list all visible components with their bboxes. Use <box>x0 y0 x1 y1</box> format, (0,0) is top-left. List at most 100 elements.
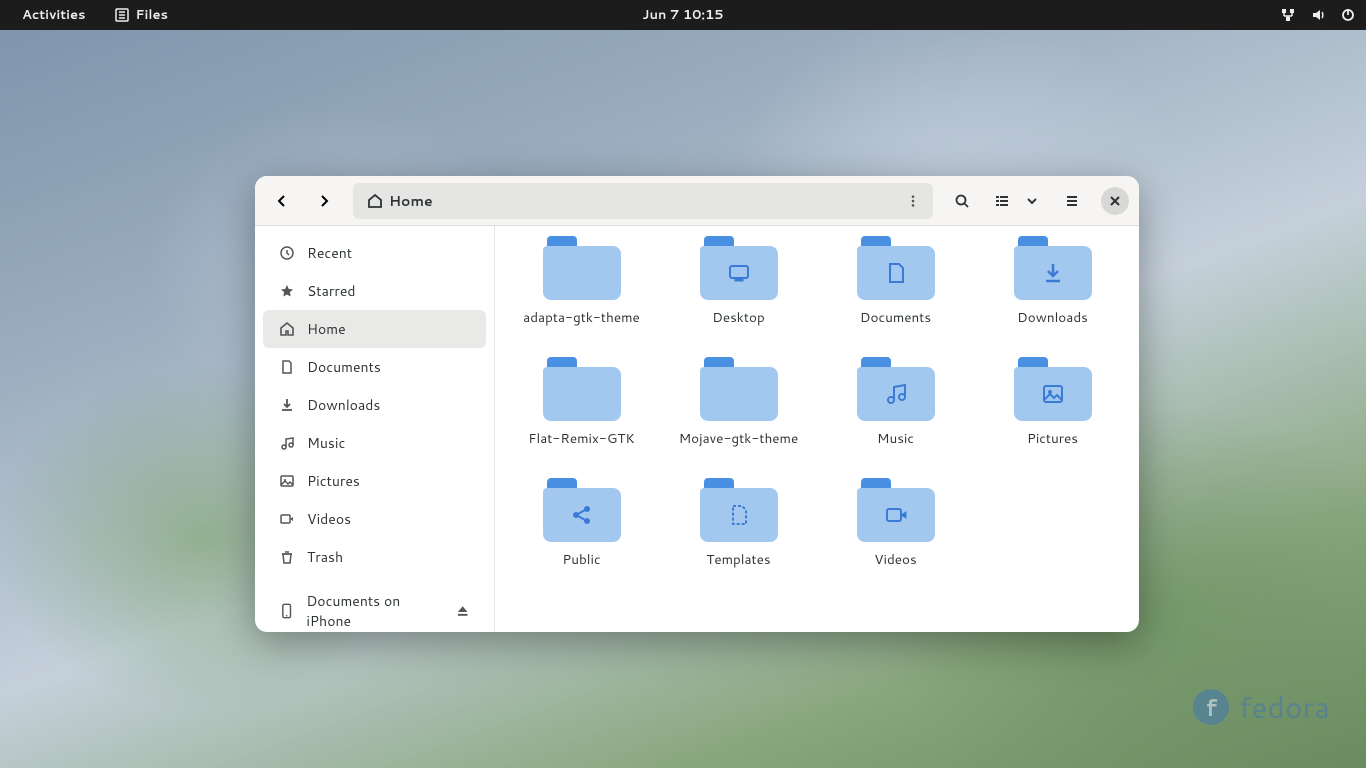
sidebar: Recent Starred Home Documents Downloads Music… <box>255 226 495 632</box>
folder-label: Flat-Remix-GTK <box>528 429 634 448</box>
view-list-button[interactable] <box>987 184 1017 218</box>
sidebar-item-documents[interactable]: Documents <box>263 348 486 386</box>
folder-label: Pictures <box>1027 429 1078 448</box>
path-bar[interactable]: Home <box>353 183 933 219</box>
sidebar-item-label: Downloads <box>307 395 380 415</box>
folder-icon <box>700 357 778 421</box>
folder-icon <box>1014 357 1092 421</box>
hamburger-icon <box>1064 193 1080 209</box>
trash-icon <box>279 549 295 565</box>
app-menu-label: Files <box>136 6 168 24</box>
sidebar-item-label: Trash <box>307 547 343 567</box>
document-icon <box>279 359 295 375</box>
music-icon <box>279 435 295 451</box>
activities-button[interactable]: Activities <box>8 0 100 30</box>
folder-flat-remix-gtk[interactable]: Flat-Remix-GTK <box>507 351 656 454</box>
folder-label: Templates <box>706 550 770 569</box>
sidebar-item-music[interactable]: Music <box>263 424 486 462</box>
eject-icon[interactable] <box>455 603 470 619</box>
folder-icon <box>700 236 778 300</box>
hamburger-menu-button[interactable] <box>1055 184 1089 218</box>
chevron-right-icon <box>316 193 332 209</box>
sidebar-item-label: Music <box>307 433 345 453</box>
folder-mojave-gtk-theme[interactable]: Mojave-gtk-theme <box>664 351 813 454</box>
folder-label: Downloads <box>1017 308 1088 327</box>
sidebar-device-label: Documents on iPhone <box>306 591 442 631</box>
folder-templates[interactable]: Templates <box>664 472 813 575</box>
chevron-left-icon <box>274 193 290 209</box>
volume-icon <box>1310 7 1326 23</box>
folder-music[interactable]: Music <box>821 351 970 454</box>
path-menu-button[interactable] <box>901 194 925 208</box>
sidebar-item-videos[interactable]: Videos <box>263 500 486 538</box>
folder-pictures[interactable]: Pictures <box>978 351 1127 454</box>
sidebar-item-label: Home <box>307 319 346 339</box>
power-icon <box>1340 7 1356 23</box>
kebab-icon <box>906 194 920 208</box>
files-window: Home Recent Starred Home Documents Downloads <box>255 176 1139 632</box>
folder-documents[interactable]: Documents <box>821 230 970 333</box>
folder-public[interactable]: Public <box>507 472 656 575</box>
folder-label: Documents <box>860 308 931 327</box>
sidebar-item-label: Videos <box>307 509 351 529</box>
folder-icon <box>543 357 621 421</box>
app-menu-button[interactable]: Files <box>100 0 182 30</box>
sidebar-item-home[interactable]: Home <box>263 310 486 348</box>
system-tray[interactable] <box>1280 7 1366 23</box>
download-icon <box>279 397 295 413</box>
chevron-down-icon <box>1024 193 1040 209</box>
folder-downloads[interactable]: Downloads <box>978 230 1127 333</box>
sidebar-item-label: Documents <box>307 357 381 377</box>
fedora-watermark: f fedora <box>1193 685 1330 728</box>
folder-icon <box>857 478 935 542</box>
sidebar-item-starred[interactable]: Starred <box>263 272 486 310</box>
folder-icon <box>700 478 778 542</box>
sidebar-item-recent[interactable]: Recent <box>263 234 486 272</box>
sidebar-item-label: Starred <box>307 281 356 301</box>
search-button[interactable] <box>945 184 979 218</box>
clock-icon <box>279 245 295 261</box>
folder-label: Mojave-gtk-theme <box>679 429 799 448</box>
clock-label: Jun 7 10:15 <box>642 6 723 24</box>
home-icon <box>367 193 383 209</box>
folder-adapta-gtk-theme[interactable]: adapta-gtk-theme <box>507 230 656 333</box>
folder-desktop[interactable]: Desktop <box>664 230 813 333</box>
forward-button[interactable] <box>307 184 341 218</box>
folder-label: Desktop <box>712 308 764 327</box>
view-options-button[interactable] <box>1017 184 1047 218</box>
list-view-icon <box>994 193 1010 209</box>
path-label: Home <box>389 191 433 211</box>
folder-label: Music <box>877 429 914 448</box>
close-icon <box>1109 195 1121 207</box>
sidebar-item-downloads[interactable]: Downloads <box>263 386 486 424</box>
fedora-logo-icon: f <box>1193 689 1229 725</box>
sidebar-item-pictures[interactable]: Pictures <box>263 462 486 500</box>
fedora-logo-text: fedora <box>1239 685 1330 728</box>
star-icon <box>279 283 295 299</box>
sidebar-item-trash[interactable]: Trash <box>263 538 486 576</box>
activities-label: Activities <box>22 6 86 24</box>
close-button[interactable] <box>1101 187 1129 215</box>
files-app-icon <box>114 7 130 23</box>
folder-label: Videos <box>874 550 916 569</box>
folder-icon <box>1014 236 1092 300</box>
folder-label: Public <box>562 550 600 569</box>
back-button[interactable] <box>265 184 299 218</box>
folder-icon <box>857 236 935 300</box>
home-icon <box>279 321 295 337</box>
sidebar-device-iphone[interactable]: Documents on iPhone <box>263 592 486 630</box>
phone-icon <box>279 603 294 619</box>
picture-icon <box>279 473 295 489</box>
sidebar-item-label: Recent <box>307 243 352 263</box>
header-bar: Home <box>255 176 1139 226</box>
folder-videos[interactable]: Videos <box>821 472 970 575</box>
content-area[interactable]: adapta-gtk-theme Desktop Documents Downl… <box>495 226 1139 632</box>
path-segment-home[interactable]: Home <box>361 191 439 211</box>
clock-button[interactable]: Jun 7 10:15 <box>628 0 737 30</box>
top-bar: Activities Files Jun 7 10:15 <box>0 0 1366 30</box>
folder-icon <box>857 357 935 421</box>
folder-label: adapta-gtk-theme <box>523 308 640 327</box>
sidebar-item-label: Pictures <box>307 471 360 491</box>
folder-icon <box>543 236 621 300</box>
search-icon <box>954 193 970 209</box>
